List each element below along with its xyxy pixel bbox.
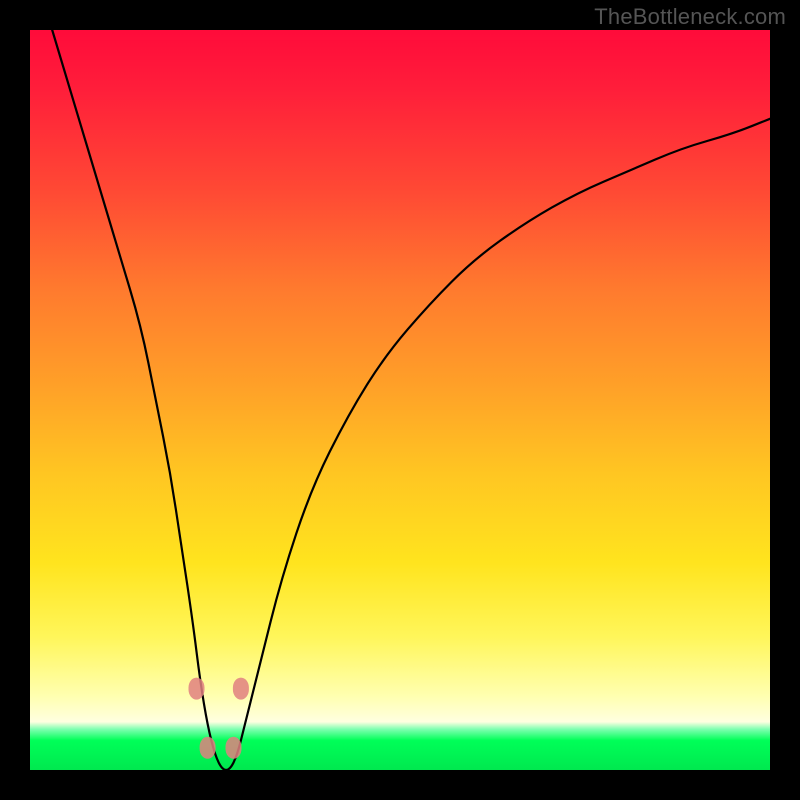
chart-canvas: TheBottleneck.com: [0, 0, 800, 800]
curve-marker: [226, 737, 242, 759]
curve-markers: [189, 678, 249, 759]
bottleneck-curve: [52, 30, 770, 770]
curve-marker: [189, 678, 205, 700]
curve-marker: [233, 678, 249, 700]
curve-layer: [30, 30, 770, 770]
curve-marker: [200, 737, 216, 759]
plot-area: [30, 30, 770, 770]
watermark: TheBottleneck.com: [594, 4, 786, 30]
